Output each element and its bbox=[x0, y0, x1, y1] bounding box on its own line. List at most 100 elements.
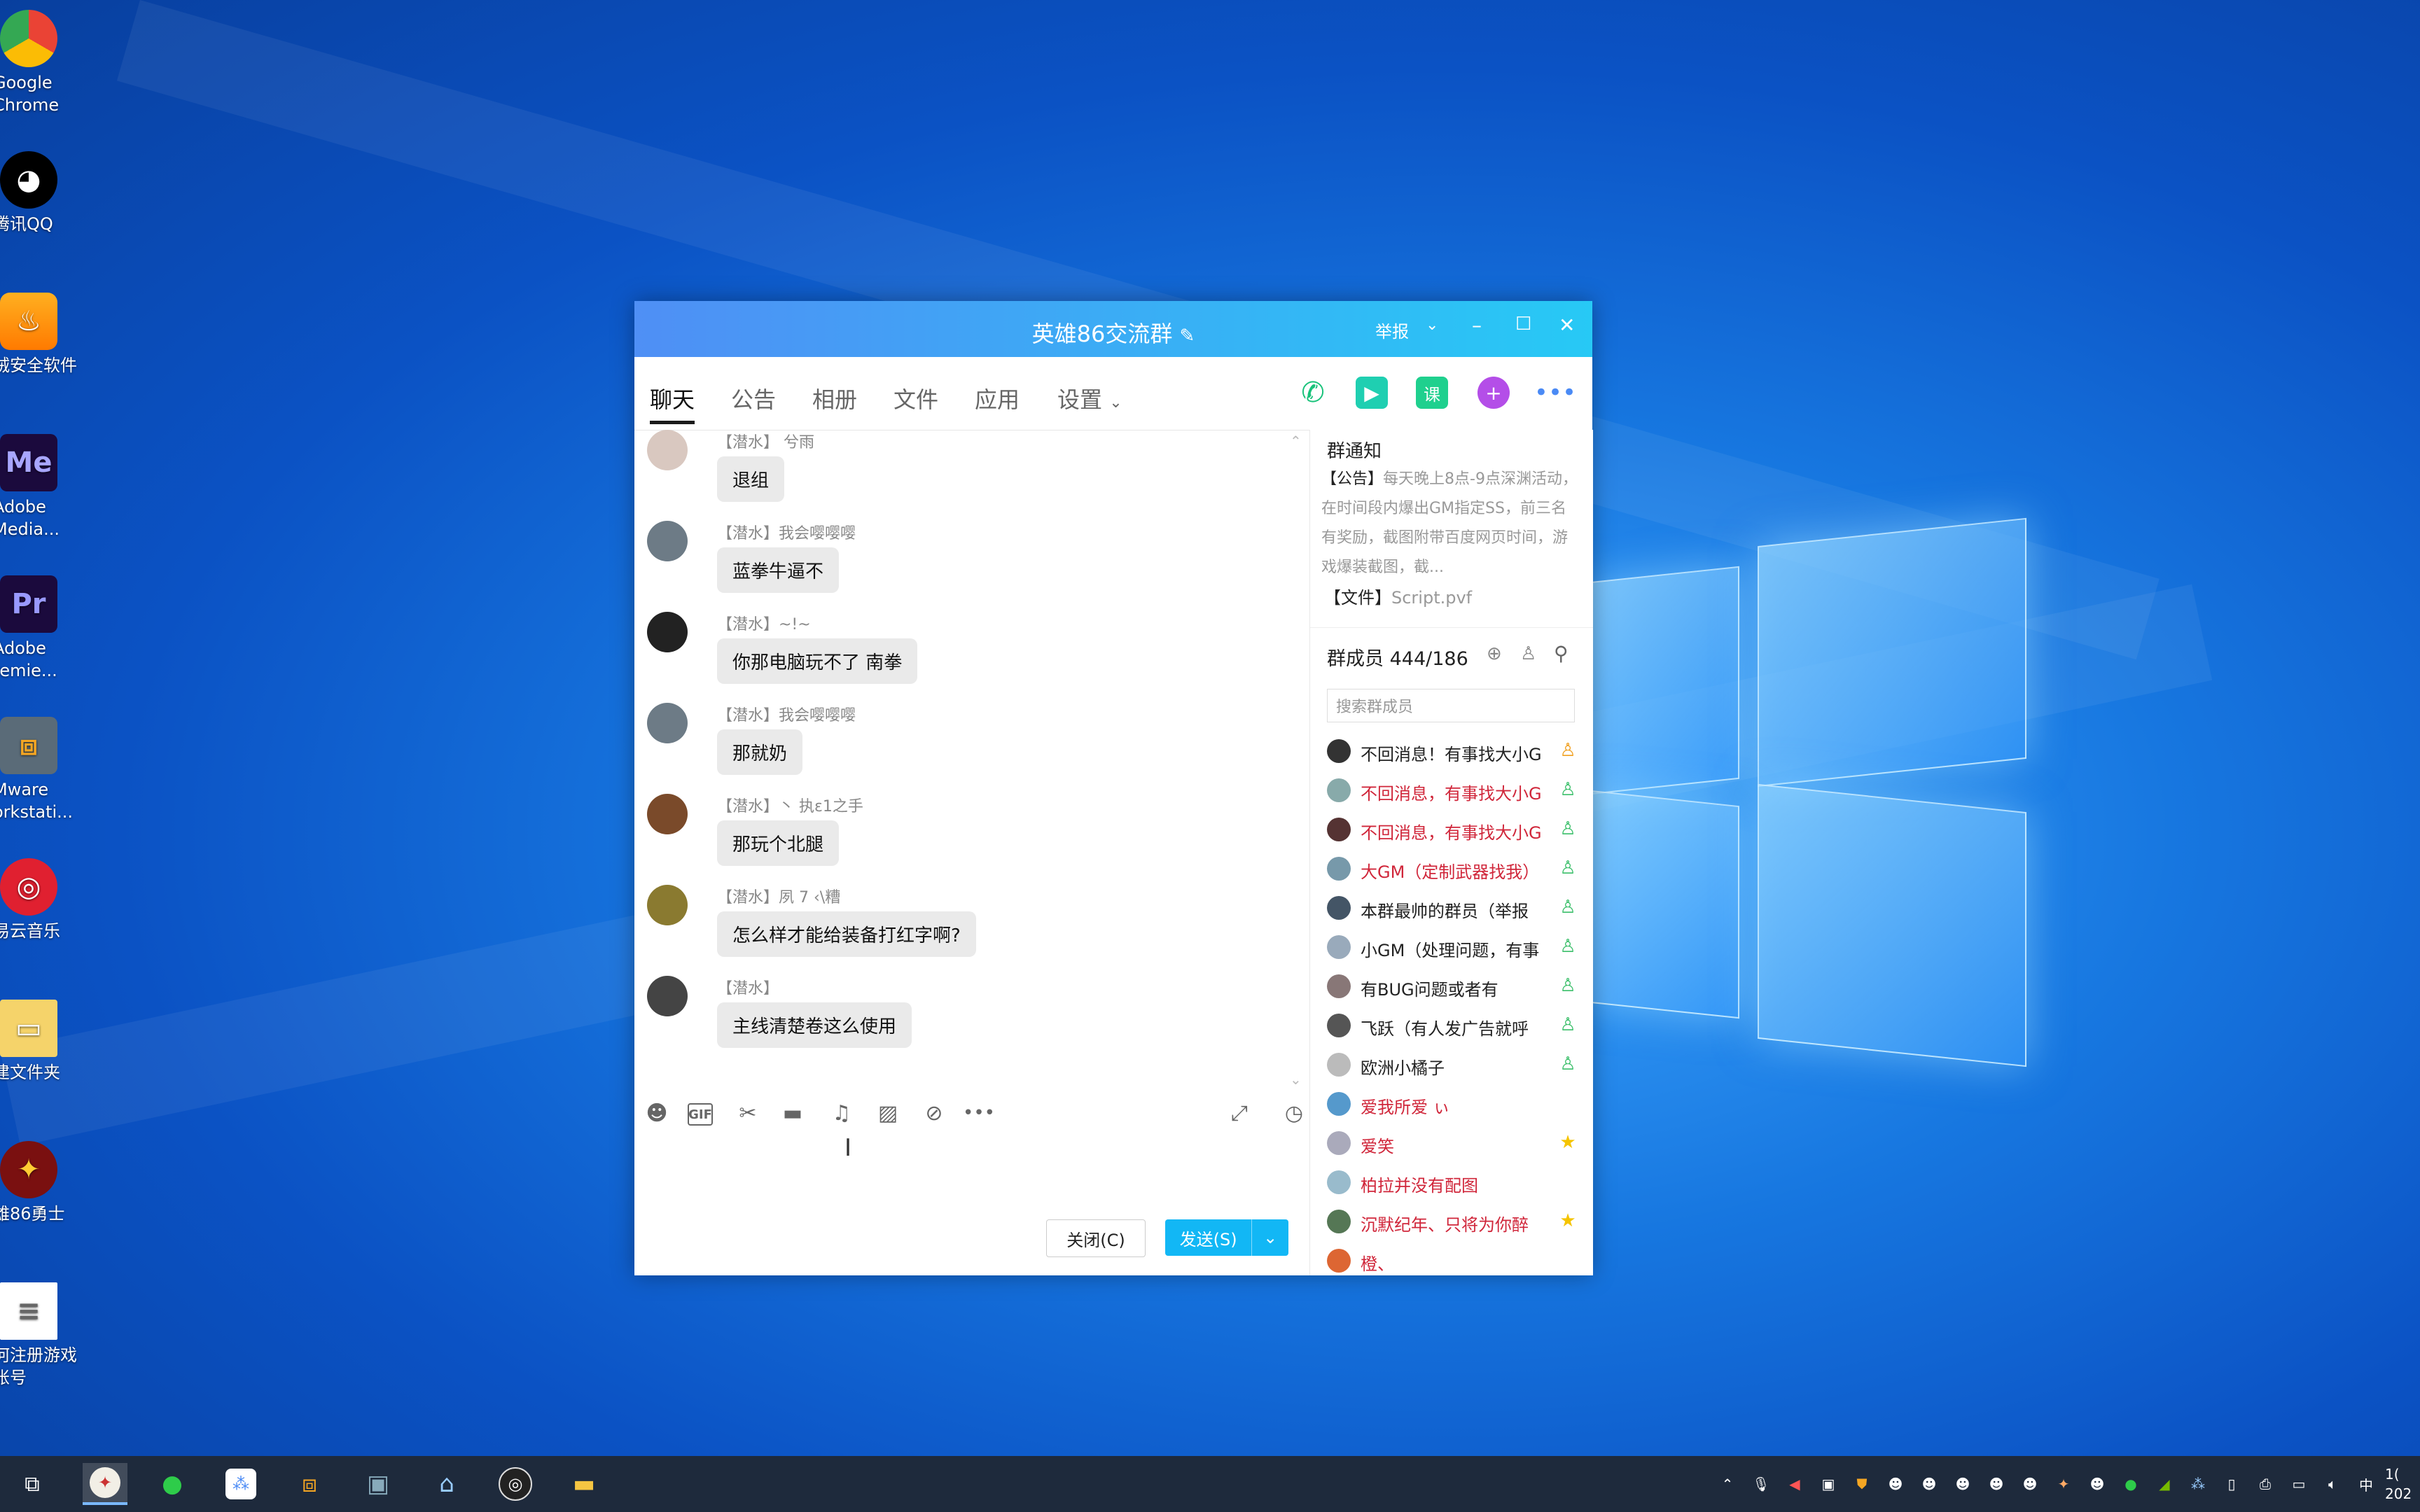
taskbar-network-tool[interactable]: ⌂ bbox=[424, 1463, 469, 1505]
scroll-down-icon[interactable]: ⌄ bbox=[1290, 1071, 1302, 1088]
member-row[interactable]: 欧洲小橘子 ♙ bbox=[1327, 1047, 1579, 1081]
message-bubble[interactable]: 你那电脑玩不了 南拳 bbox=[717, 638, 918, 684]
member-row[interactable]: 有BUG问题或者有 ♙ bbox=[1327, 969, 1579, 1002]
image-icon[interactable]: ▨ bbox=[874, 1099, 902, 1127]
app-tray-icon[interactable]: ⁂ bbox=[2186, 1472, 2210, 1496]
desktop-shortcut[interactable]: Pr Adobe remie... bbox=[0, 575, 77, 682]
printer-icon[interactable]: ⎙ bbox=[2253, 1472, 2277, 1496]
message-input[interactable]: I 关闭(C) 发送(S) ⌄ bbox=[634, 1134, 1309, 1274]
tab-chat[interactable]: 聊天 bbox=[650, 382, 695, 424]
qq-tray-icon[interactable]: ☻ bbox=[1984, 1472, 2008, 1496]
message-bubble[interactable]: 那玩个北腿 bbox=[717, 820, 840, 866]
ime-indicator[interactable]: 中 bbox=[2354, 1472, 2378, 1496]
classroom-icon[interactable]: 课 bbox=[1416, 377, 1448, 409]
member-row[interactable]: 不回消息，有事找大小G ♙ bbox=[1327, 773, 1579, 806]
member-row[interactable]: 沉默纪年、只将为你醉 ★ bbox=[1327, 1204, 1579, 1238]
qq-tray-icon[interactable]: ☻ bbox=[1884, 1472, 1907, 1496]
tray-arrow-icon[interactable]: ◀ bbox=[1783, 1472, 1807, 1496]
pinned-file[interactable]: 【文件】Script.pvf bbox=[1324, 584, 1472, 608]
message-bubble[interactable]: 主线清楚卷这么使用 bbox=[717, 1002, 912, 1048]
history-icon[interactable]: ◷ bbox=[1280, 1099, 1308, 1127]
taskbar-tool[interactable]: ▣ bbox=[356, 1463, 401, 1505]
nvidia-icon[interactable]: ◢ bbox=[2153, 1472, 2176, 1496]
add-app-icon[interactable]: + bbox=[1477, 377, 1510, 409]
member-row[interactable]: 不回消息，有事找大小G ♙ bbox=[1327, 812, 1579, 846]
desktop-shortcut[interactable]: ✦ 雄86勇士 bbox=[0, 1141, 77, 1225]
desktop-shortcut[interactable]: ◕ 腾讯QQ bbox=[0, 151, 77, 235]
emoji-icon[interactable]: ☻ bbox=[643, 1099, 671, 1127]
chat-message[interactable]: 【潜水】 兮雨 退组 bbox=[647, 430, 1277, 514]
send-button[interactable]: 发送(S) ⌄ bbox=[1165, 1219, 1288, 1256]
message-bubble[interactable]: 退组 bbox=[717, 456, 785, 502]
task-view-icon[interactable]: ⧉ bbox=[10, 1463, 55, 1505]
tab-files[interactable]: 文件 bbox=[893, 382, 938, 414]
chevron-up-icon[interactable]: ⌃ bbox=[1716, 1472, 1739, 1496]
desktop-shortcut[interactable]: Google Chrome bbox=[0, 10, 77, 116]
invite-member-icon[interactable]: ⊕ bbox=[1487, 643, 1502, 664]
close-icon[interactable]: ✕ bbox=[1559, 314, 1575, 337]
avatar[interactable] bbox=[647, 430, 688, 470]
avatar[interactable] bbox=[647, 885, 688, 925]
chat-message[interactable]: 【潜水】我会嘤嘤嘤蓝拳牛逼不 bbox=[647, 521, 1277, 605]
qq-tray-icon[interactable]: ☻ bbox=[1951, 1472, 1975, 1496]
chat-message[interactable]: 【潜水】我会嘤嘤嘤 那就奶 bbox=[647, 703, 1277, 787]
chevron-down-icon[interactable]: ⌄ bbox=[1426, 316, 1438, 334]
message-bubble[interactable]: 蓝拳牛逼不 bbox=[717, 547, 840, 593]
video-call-icon[interactable]: ▶ bbox=[1356, 377, 1388, 409]
chat-message[interactable]: 【潜水】 主线清楚卷这么使用 bbox=[647, 976, 1277, 1060]
voice-call-icon[interactable]: ✆ bbox=[1297, 377, 1329, 409]
block-icon[interactable]: ⊘ bbox=[920, 1099, 948, 1127]
qq-tray-icon[interactable]: ☻ bbox=[2085, 1472, 2109, 1496]
music-icon[interactable]: ♫ bbox=[828, 1099, 856, 1127]
search-icon[interactable]: ⚲ bbox=[1554, 642, 1569, 665]
qq-tray-icon[interactable]: ☻ bbox=[2018, 1472, 2042, 1496]
message-sender[interactable]: 【潜水】我会嘤嘤嘤 bbox=[717, 703, 856, 725]
message-sender[interactable]: 【潜水】丶 执ɛ1之手 bbox=[717, 794, 863, 816]
gif-icon[interactable]: GIF bbox=[688, 1103, 713, 1126]
tab-announcement[interactable]: 公告 bbox=[731, 382, 776, 414]
chat-message[interactable]: 【潜水】夙 7 ‹\糟 怎么样才能给装备打红字啊? bbox=[647, 885, 1277, 969]
scroll-up-icon[interactable]: ⌃ bbox=[1290, 433, 1302, 449]
member-row[interactable]: 小GM（处理问题，有事 ♙ bbox=[1327, 930, 1579, 963]
member-row[interactable]: 橙、 bbox=[1327, 1243, 1579, 1277]
message-bubble[interactable]: 怎么样才能给装备打红字啊? bbox=[717, 911, 976, 957]
more-icon[interactable]: ••• bbox=[1534, 377, 1576, 409]
tab-settings[interactable]: 设置 ⌄ bbox=[1057, 382, 1122, 414]
close-button[interactable]: 关闭(C) bbox=[1046, 1219, 1146, 1257]
avatar[interactable] bbox=[647, 612, 688, 652]
send-options-chevron-icon[interactable]: ⌄ bbox=[1251, 1219, 1288, 1256]
qq-tray-icon[interactable]: ☻ bbox=[1917, 1472, 1941, 1496]
taskbar-wechat[interactable]: ● bbox=[150, 1463, 195, 1505]
member-row[interactable]: 飞跃（有人发广告就呼 ♙ bbox=[1327, 1008, 1579, 1042]
taskbar-file-explorer[interactable]: ▬ bbox=[562, 1463, 606, 1505]
chat-message[interactable]: 【潜水】丶 执ɛ1之手那玩个北腿 bbox=[647, 794, 1277, 878]
desktop-shortcut[interactable]: ≡ 何注册游戏 账号 bbox=[0, 1282, 77, 1389]
report-link[interactable]: 举报 bbox=[1375, 318, 1409, 342]
notice-content[interactable]: 【公告】每天晚上8点-9点深渊活动，在时间段内爆出GM指定SS，前三名有奖励，截… bbox=[1321, 465, 1580, 582]
more-tools-icon[interactable]: ••• bbox=[963, 1099, 995, 1127]
wechat-tray-icon[interactable]: ● bbox=[2119, 1472, 2143, 1496]
taskbar-vmware[interactable]: ⧈ bbox=[287, 1463, 332, 1505]
avatar[interactable] bbox=[647, 976, 688, 1016]
usb-icon[interactable]: ▯ bbox=[2220, 1472, 2244, 1496]
edit-icon[interactable]: ✎ bbox=[1180, 326, 1195, 346]
member-search-input[interactable]: 搜索群成员 bbox=[1327, 689, 1575, 722]
member-row[interactable]: 大GM（定制武器找我） ♙ bbox=[1327, 851, 1579, 885]
member-row[interactable]: 爱我所爱 ぃ bbox=[1327, 1086, 1579, 1120]
network-icon[interactable]: ▭ bbox=[2287, 1472, 2311, 1496]
member-row[interactable]: 不回消息！有事找大小G ♙ bbox=[1327, 734, 1579, 767]
avatar[interactable] bbox=[647, 794, 688, 834]
microphone-icon[interactable]: 🎙︎ bbox=[1749, 1472, 1773, 1496]
desktop-shortcut[interactable]: ▭ 建文件夹 bbox=[0, 1000, 77, 1084]
avatar[interactable] bbox=[647, 521, 688, 561]
taskbar-app-grid[interactable]: ⁂ bbox=[218, 1463, 263, 1505]
expand-icon[interactable]: ⤢ bbox=[1225, 1099, 1253, 1127]
message-sender[interactable]: 【潜水】我会嘤嘤嘤 bbox=[717, 521, 856, 543]
shield-icon[interactable]: ⛊ bbox=[1850, 1472, 1874, 1496]
desktop-shortcut[interactable]: ◎ 易云音乐 bbox=[0, 858, 77, 942]
desktop-shortcut[interactable]: ⧈ Mware orkstati... bbox=[0, 717, 77, 823]
folder-icon[interactable]: ▬ bbox=[779, 1099, 807, 1127]
manage-member-icon[interactable]: ♙ bbox=[1520, 643, 1536, 664]
member-row[interactable]: 本群最帅的群员（举报 ♙ bbox=[1327, 890, 1579, 924]
tab-album[interactable]: 相册 bbox=[812, 382, 857, 414]
